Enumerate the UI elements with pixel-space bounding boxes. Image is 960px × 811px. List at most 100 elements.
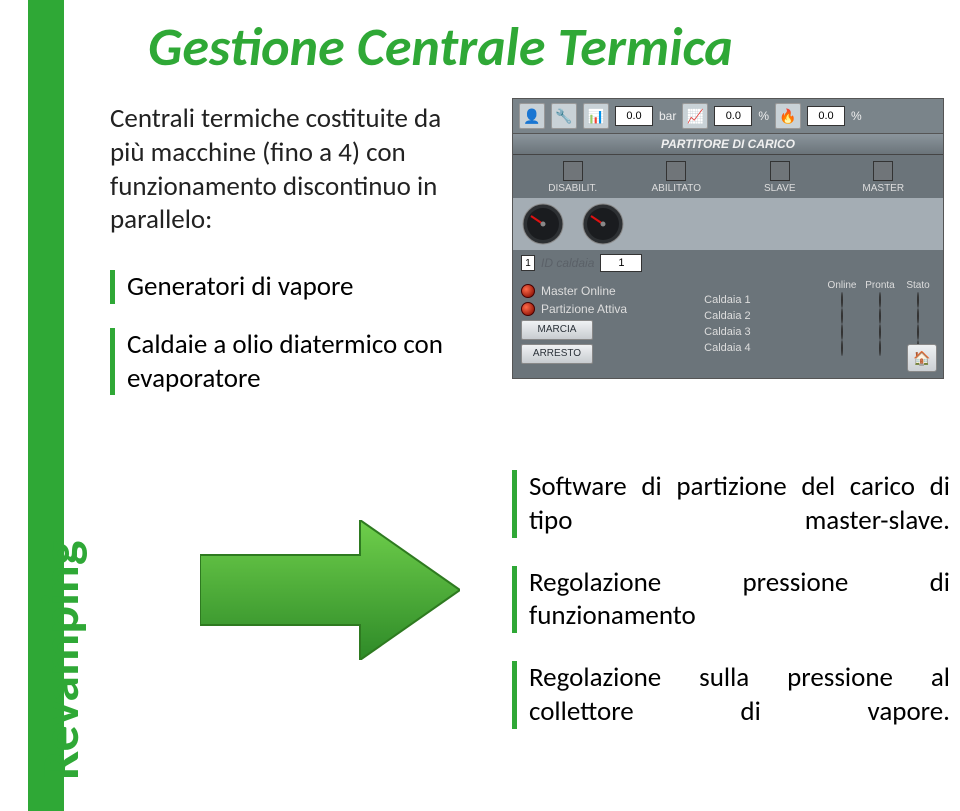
mode-label: MASTER — [832, 183, 936, 194]
led-icon — [879, 340, 881, 356]
led-cell — [825, 325, 859, 339]
mode-disabilit[interactable]: DISABILIT. — [521, 159, 625, 194]
gauge-row — [513, 198, 943, 250]
led-cell — [863, 293, 897, 307]
led-cell — [825, 341, 859, 355]
percent-icon[interactable]: 📈 — [682, 103, 708, 129]
arresto-button[interactable]: ARRESTO — [521, 344, 593, 364]
bullet-mark — [512, 661, 517, 729]
table-row: Caldaia 4 — [704, 341, 935, 355]
mode-box[interactable] — [563, 161, 583, 181]
mode-abilitato[interactable]: ABILITATO — [625, 159, 729, 194]
bullet-mark — [512, 470, 517, 538]
led-cell — [863, 341, 897, 355]
bullet-text: Caldaie a olio diatermico con evaporator… — [127, 328, 480, 396]
mode-label: ABILITATO — [625, 183, 729, 194]
id-caldaia-value[interactable]: 1 — [600, 254, 642, 272]
value-box-3: 0.0 — [807, 106, 845, 126]
led-icon — [879, 308, 881, 324]
led-icon — [521, 302, 535, 316]
bullet-item: Regolazione sulla pressione al collettor… — [512, 661, 950, 729]
index-one: 1 — [521, 255, 535, 271]
led-icon — [841, 308, 843, 324]
bullet-item: Caldaie a olio diatermico con evaporator… — [110, 328, 480, 396]
bullet-text: Software di partizione del carico di tip… — [529, 470, 950, 538]
caldaia-name: Caldaia 2 — [704, 310, 821, 322]
unit-2: % — [758, 109, 769, 123]
col-stato: Stato — [901, 280, 935, 291]
mode-row: DISABILIT. ABILITATO SLAVE MASTER — [513, 155, 943, 198]
mode-box[interactable] — [666, 161, 686, 181]
led-icon — [879, 324, 881, 340]
unit-3: % — [851, 109, 862, 123]
led-cell — [863, 325, 897, 339]
led-icon — [917, 292, 919, 308]
led-icon — [917, 324, 919, 340]
hmi-bottom-right: Online Pronta Stato Caldaia 1 Caldaia 2 — [704, 280, 935, 368]
unit-1: bar — [659, 109, 676, 123]
led-icon — [841, 340, 843, 356]
led-cell — [825, 309, 859, 323]
status-label: Master Online — [541, 284, 616, 298]
caldaia-name: Caldaia 4 — [704, 342, 821, 354]
id-row: 1 ID caldaia 1 — [513, 250, 943, 276]
caldaie-table: Online Pronta Stato Caldaia 1 Caldaia 2 — [704, 280, 935, 355]
mode-slave[interactable]: SLAVE — [728, 159, 832, 194]
hmi-panel: 👤 🔧 📊 0.0 bar 📈 0.0 % 🔥 0.0 % PARTITORE … — [512, 98, 944, 379]
wrench-icon[interactable]: 🔧 — [551, 103, 577, 129]
button-group: MARCIA ARRESTO — [521, 320, 694, 364]
mode-box[interactable] — [873, 161, 893, 181]
right-arrow-icon — [200, 520, 460, 660]
led-cell — [901, 325, 935, 339]
gauge-icon — [521, 202, 565, 246]
marcia-button[interactable]: MARCIA — [521, 320, 593, 340]
col-online: Online — [825, 280, 859, 291]
table-row: Caldaia 3 — [704, 325, 935, 339]
bullet-list: Generatori di vapore Caldaie a olio diat… — [110, 270, 480, 419]
status-label: Partizione Attiva — [541, 302, 627, 316]
led-icon — [841, 324, 843, 340]
table-row: Caldaia 1 — [704, 293, 935, 307]
bullet-mark — [110, 328, 115, 396]
bullet-item: Software di partizione del carico di tip… — [512, 470, 950, 538]
side-label: Revamping — [28, 541, 92, 780]
table-header: Online Pronta Stato — [704, 280, 935, 291]
caldaia-name: Caldaia 1 — [704, 294, 821, 306]
intro-text: Centrali termiche costituite da più macc… — [110, 102, 480, 237]
led-cell — [901, 293, 935, 307]
value-box-1: 0.0 — [615, 106, 653, 126]
status-led-row: Master Online — [521, 284, 694, 298]
col-pronta: Pronta — [863, 280, 897, 291]
right-bullet-list: Software di partizione del carico di tip… — [512, 470, 950, 757]
led-cell — [863, 309, 897, 323]
hmi-top-bar: 👤 🔧 📊 0.0 bar 📈 0.0 % 🔥 0.0 % — [513, 99, 943, 134]
led-icon — [521, 284, 535, 298]
gauge-icon[interactable]: 📊 — [583, 103, 609, 129]
mode-label: SLAVE — [728, 183, 832, 194]
home-button[interactable]: 🏠 — [907, 344, 937, 372]
bullet-item: Regolazione pressione di funzionamento — [512, 566, 950, 634]
caldaia-name: Caldaia 3 — [704, 326, 821, 338]
bullet-mark — [512, 566, 517, 634]
led-cell — [825, 293, 859, 307]
mode-label: DISABILIT. — [521, 183, 625, 194]
mode-master[interactable]: MASTER — [832, 159, 936, 194]
led-icon — [917, 308, 919, 324]
value-box-2: 0.0 — [714, 106, 752, 126]
bullet-item: Generatori di vapore — [110, 270, 480, 304]
led-cell — [901, 309, 935, 323]
led-icon — [841, 292, 843, 308]
status-led-row: Partizione Attiva — [521, 302, 694, 316]
bullet-text: Regolazione pressione di funzionamento — [529, 566, 950, 634]
gauge-icon — [581, 202, 625, 246]
bullet-text: Generatori di vapore — [127, 270, 480, 304]
mode-box[interactable] — [770, 161, 790, 181]
id-caldaia-label: ID caldaia — [541, 256, 594, 270]
led-icon — [879, 292, 881, 308]
hmi-strip-title: PARTITORE DI CARICO — [513, 134, 943, 155]
slide-title: Gestione Centrale Termica — [148, 14, 733, 80]
bullet-mark — [110, 270, 115, 304]
hmi-bottom-left: Master Online Partizione Attiva MARCIA A… — [521, 280, 694, 368]
hmi-bottom: Master Online Partizione Attiva MARCIA A… — [513, 276, 943, 378]
flame-icon[interactable]: 🔥 — [775, 103, 801, 129]
